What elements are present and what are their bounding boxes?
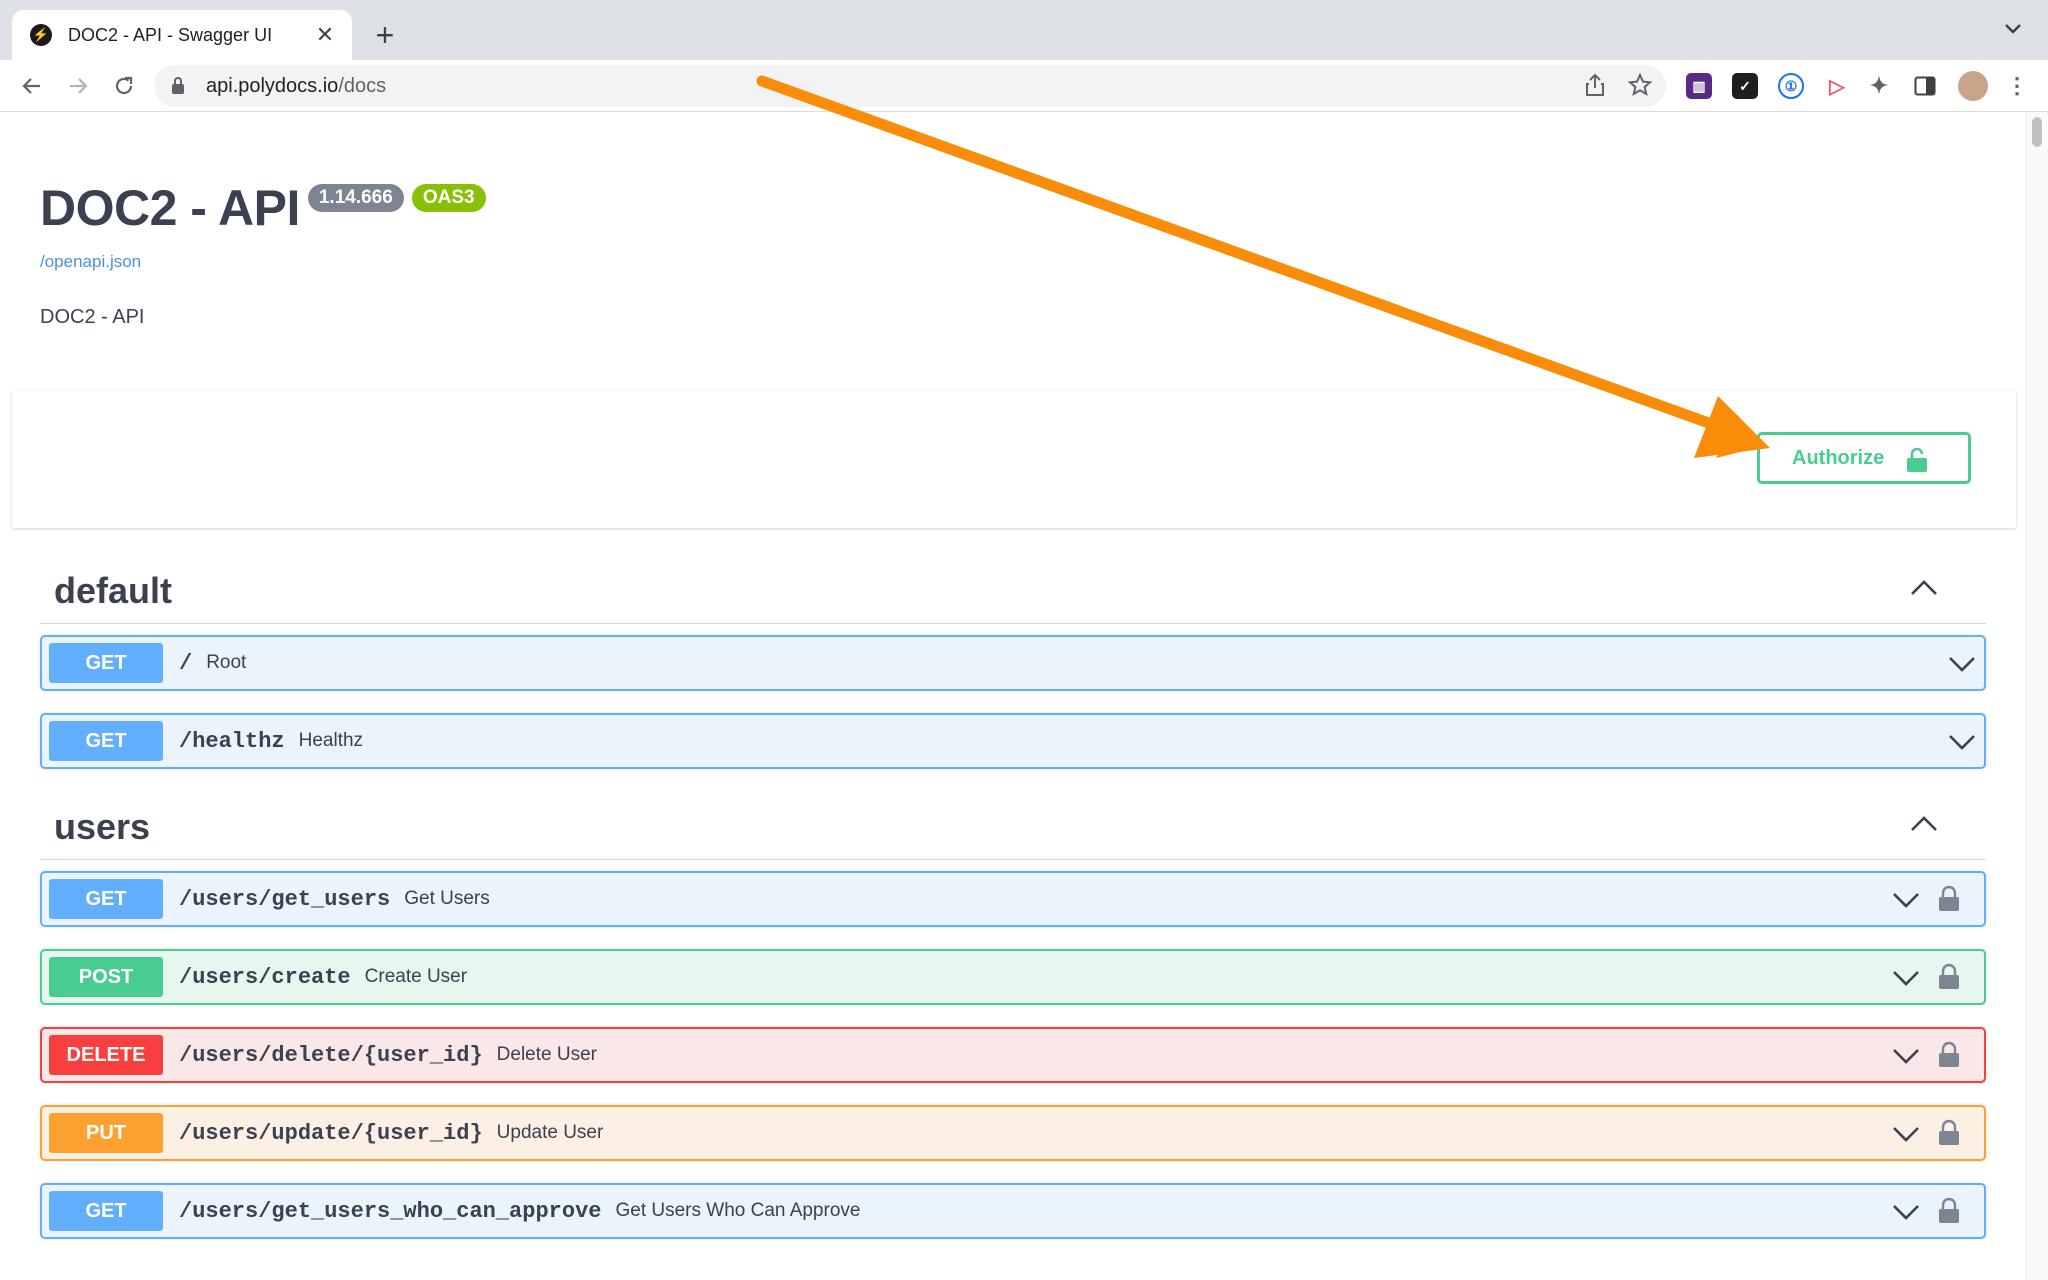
operation-path: /users/create — [179, 964, 351, 990]
operation-path: /users/get_users — [179, 886, 391, 912]
bookmark-star-icon[interactable] — [1627, 72, 1653, 103]
expand-chevron-down-icon[interactable] — [1892, 1041, 1920, 1074]
padlock-icon[interactable] — [1938, 1041, 1960, 1074]
padlock-icon[interactable] — [1938, 1119, 1960, 1152]
browser-menu-icon[interactable]: ⋮ — [2004, 73, 2030, 99]
forward-arrow-icon — [70, 78, 88, 94]
operation-summary: Delete User — [496, 1044, 597, 1065]
operation-path: /users/get_users_who_can_approve — [179, 1198, 602, 1224]
share-icon[interactable] — [1584, 73, 1606, 103]
extension-checkmark-icon[interactable]: ✓ — [1732, 73, 1758, 99]
method-badge: GET — [49, 1191, 163, 1231]
unlocked-icon — [1906, 447, 1928, 479]
api-description: DOC2 - API — [40, 306, 145, 328]
tab-title: DOC2 - API - Swagger UI — [68, 24, 273, 45]
operation-summary: Healthz — [298, 730, 364, 751]
operation-path: /users/delete/{user_id} — [179, 1042, 483, 1068]
expand-chevron-down-icon[interactable] — [1892, 885, 1920, 918]
operation-post-create-user[interactable]: POST /users/create Create User — [40, 949, 1986, 1005]
operation-summary: Get Users — [404, 888, 490, 909]
profile-avatar[interactable] — [1958, 71, 1988, 101]
close-tab-icon[interactable]: ✕ — [312, 22, 338, 48]
url-host: api.polydocs.io — [206, 74, 339, 97]
operation-put-update-user[interactable]: PUT /users/update/{user_id} Update User — [40, 1105, 1986, 1161]
operation-get-healthz[interactable]: GET /healthz Healthz — [40, 713, 1986, 769]
page-title: DOC2 - API — [40, 180, 300, 236]
forward-button[interactable] — [62, 70, 94, 102]
extensions-puzzle-icon[interactable]: ✦ — [1866, 73, 1892, 99]
section-users[interactable]: users — [40, 794, 1986, 860]
operation-get-root[interactable]: GET / Root — [40, 635, 1986, 691]
scrollbar-thumb[interactable] — [2032, 117, 2042, 147]
section-default[interactable]: default — [40, 558, 1986, 624]
reload-icon — [115, 76, 133, 95]
method-badge: PUT — [49, 1113, 163, 1153]
browser-tab-strip: ⚡ DOC2 - API - Swagger UI ✕ + — [0, 0, 2048, 60]
authorize-button[interactable]: Authorize — [1757, 432, 1971, 484]
padlock-icon[interactable] — [1938, 885, 1960, 918]
expand-chevron-down-icon[interactable] — [1948, 649, 1976, 682]
extension-password-manager-icon[interactable]: ① — [1778, 73, 1804, 99]
method-badge: GET — [49, 643, 163, 683]
operation-path: /healthz — [179, 728, 285, 754]
collapse-chevron-up-icon[interactable] — [1910, 814, 1938, 837]
padlock-icon[interactable] — [1938, 1197, 1960, 1230]
back-arrow-icon — [22, 78, 40, 94]
tab-search-chevron-icon[interactable] — [2004, 18, 2022, 41]
operation-summary: Create User — [364, 966, 468, 987]
operation-path: / — [179, 650, 193, 676]
expand-chevron-down-icon[interactable] — [1892, 963, 1920, 996]
section-title: default — [54, 569, 173, 611]
expand-chevron-down-icon[interactable] — [1892, 1119, 1920, 1152]
address-bar[interactable]: api.polydocs.io/docs — [154, 65, 1666, 107]
url-path: /docs — [338, 74, 387, 97]
side-panel-icon[interactable] — [1912, 73, 1938, 99]
method-badge: DELETE — [49, 1035, 163, 1075]
extension-app-icon[interactable]: ▥ — [1686, 73, 1712, 99]
method-badge: POST — [49, 957, 163, 997]
authorize-label: Authorize — [1792, 446, 1885, 469]
padlock-icon[interactable] — [1938, 963, 1960, 996]
browser-tab[interactable]: ⚡ DOC2 - API - Swagger UI ✕ — [12, 10, 352, 60]
collapse-chevron-up-icon[interactable] — [1910, 578, 1938, 601]
secure-lock-icon[interactable] — [172, 77, 184, 94]
page-scrollbar[interactable] — [2026, 112, 2048, 1280]
method-badge: GET — [49, 721, 163, 761]
scheme-container: Authorize — [12, 390, 2016, 528]
operation-get-users[interactable]: GET /users/get_users Get Users — [40, 871, 1986, 927]
swagger-favicon-icon: ⚡ — [30, 24, 52, 46]
new-tab-button[interactable]: + — [370, 16, 400, 54]
extension-record-icon[interactable]: ▷ — [1824, 73, 1850, 99]
expand-chevron-down-icon[interactable] — [1892, 1197, 1920, 1230]
expand-chevron-down-icon[interactable] — [1948, 727, 1976, 760]
back-button[interactable] — [16, 70, 48, 102]
method-badge: GET — [49, 879, 163, 919]
openapi-json-link[interactable]: /openapi.json — [40, 252, 486, 272]
operation-get-users-who-can-approve[interactable]: GET /users/get_users_who_can_approve Get… — [40, 1183, 1986, 1239]
operation-delete-user[interactable]: DELETE /users/delete/{user_id} Delete Us… — [40, 1027, 1986, 1083]
oas-badge: OAS3 — [411, 184, 486, 212]
browser-toolbar: api.polydocs.io/docs ▥ ✓ ① ▷ ✦ ⋮ — [0, 60, 2048, 112]
api-info: DOC2 - API 1.14.666 OAS3 /openapi.json D… — [40, 180, 486, 329]
operation-summary: Get Users Who Can Approve — [615, 1200, 861, 1221]
operation-summary: Root — [206, 652, 247, 673]
reload-button[interactable] — [108, 70, 140, 102]
operation-summary: Update User — [496, 1122, 604, 1143]
section-title: users — [54, 805, 151, 847]
version-badge: 1.14.666 — [307, 184, 404, 212]
operation-path: /users/update/{user_id} — [179, 1120, 483, 1146]
